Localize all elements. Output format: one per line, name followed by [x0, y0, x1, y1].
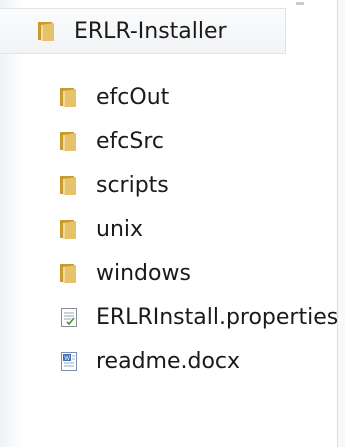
- tree-right-gutter: [338, 0, 345, 447]
- tree-item-readme-docx[interactable]: W readme.docx: [58, 344, 240, 378]
- tree-item-scripts[interactable]: scripts: [58, 168, 169, 202]
- file-tree: ERLR-Installer efcOut efcSrc scripts uni…: [0, 0, 345, 447]
- tree-item-erlrinstall-properties[interactable]: ERLRInstall.properties: [58, 300, 338, 334]
- folder-icon: [36, 19, 58, 43]
- folder-icon: [58, 85, 80, 109]
- tree-item-label: readme.docx: [96, 348, 241, 374]
- word-document-icon: W: [58, 349, 80, 373]
- tree-item-windows[interactable]: windows: [58, 256, 191, 290]
- tree-item-label: unix: [96, 216, 144, 242]
- tree-item-label: windows: [96, 260, 191, 286]
- folder-icon: [58, 217, 80, 241]
- svg-text:W: W: [64, 356, 70, 362]
- tree-item-label: efcSrc: [96, 128, 164, 154]
- tree-item-efcsrc[interactable]: efcSrc: [58, 124, 164, 158]
- tree-item-label: scripts: [96, 172, 169, 198]
- folder-icon: [58, 129, 80, 153]
- tree-item-label: ERLR-Installer: [74, 18, 227, 44]
- tree-left-gradient: [0, 0, 22, 447]
- tree-item-label: ERLRInstall.properties: [96, 304, 339, 330]
- resize-tick: [296, 2, 304, 5]
- tree-item-label: efcOut: [96, 84, 170, 110]
- tree-item-erlr-installer[interactable]: ERLR-Installer: [36, 14, 227, 48]
- folder-icon: [58, 261, 80, 285]
- tree-item-efcout[interactable]: efcOut: [58, 80, 169, 114]
- properties-file-icon: [58, 305, 80, 329]
- folder-icon: [58, 173, 80, 197]
- tree-item-unix[interactable]: unix: [58, 212, 143, 246]
